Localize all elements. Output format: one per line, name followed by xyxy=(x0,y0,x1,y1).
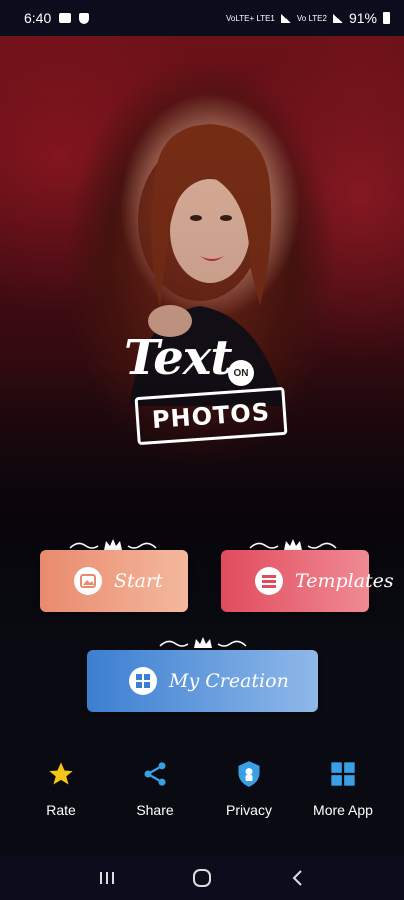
grid-icon xyxy=(129,667,157,695)
bottom-actions: Rate Share Privacy More App xyxy=(0,758,404,838)
battery-icon xyxy=(383,12,390,24)
templates-label: Templates xyxy=(295,570,394,592)
privacy-action[interactable]: Privacy xyxy=(209,758,289,838)
rate-action[interactable]: Rate xyxy=(21,758,101,838)
image-icon xyxy=(74,567,102,595)
home-icon[interactable] xyxy=(182,863,222,893)
signal-icon xyxy=(332,13,343,23)
clock: 6:40 xyxy=(24,10,52,26)
shield-icon xyxy=(79,12,90,24)
recents-icon[interactable] xyxy=(87,863,127,893)
share-action[interactable]: Share xyxy=(115,758,195,838)
status-bar: 6:40 VoLTE+ LTE1 Vo LTE2 91% xyxy=(0,0,404,36)
shield-lock-icon xyxy=(233,758,265,790)
status-left: 6:40 xyxy=(24,10,90,26)
more-app-label: More App xyxy=(313,802,373,818)
templates-button[interactable]: Templates xyxy=(221,550,394,612)
network-label-2: Vo LTE2 xyxy=(296,13,327,23)
more-app-action[interactable]: More App xyxy=(303,758,383,838)
rate-label: Rate xyxy=(46,802,76,818)
apps-grid-icon xyxy=(327,758,359,790)
network-label-1: VoLTE+ LTE1 xyxy=(226,13,275,23)
my-creation-button[interactable]: My Creation xyxy=(87,650,318,712)
my-creation-label: My Creation xyxy=(169,670,289,692)
logo-text: Text xyxy=(124,330,233,386)
logo-on-badge: ON xyxy=(228,360,254,386)
star-icon xyxy=(45,758,77,790)
signal-icon xyxy=(280,13,291,23)
app-logo: Text ON PHOTOS xyxy=(118,330,288,450)
status-right: VoLTE+ LTE1 Vo LTE2 91% xyxy=(226,10,390,26)
list-icon xyxy=(255,567,283,595)
share-label: Share xyxy=(136,802,174,818)
share-icon xyxy=(139,758,171,790)
back-icon[interactable] xyxy=(277,863,317,893)
start-button[interactable]: Start xyxy=(40,550,188,612)
privacy-label: Privacy xyxy=(226,802,272,818)
navigation-bar xyxy=(0,856,404,900)
logo-photos: PHOTOS xyxy=(151,397,271,435)
message-icon xyxy=(59,13,72,23)
battery-percent: 91% xyxy=(348,10,377,26)
logo-ribbon: PHOTOS xyxy=(134,386,288,446)
start-label: Start xyxy=(114,570,163,592)
